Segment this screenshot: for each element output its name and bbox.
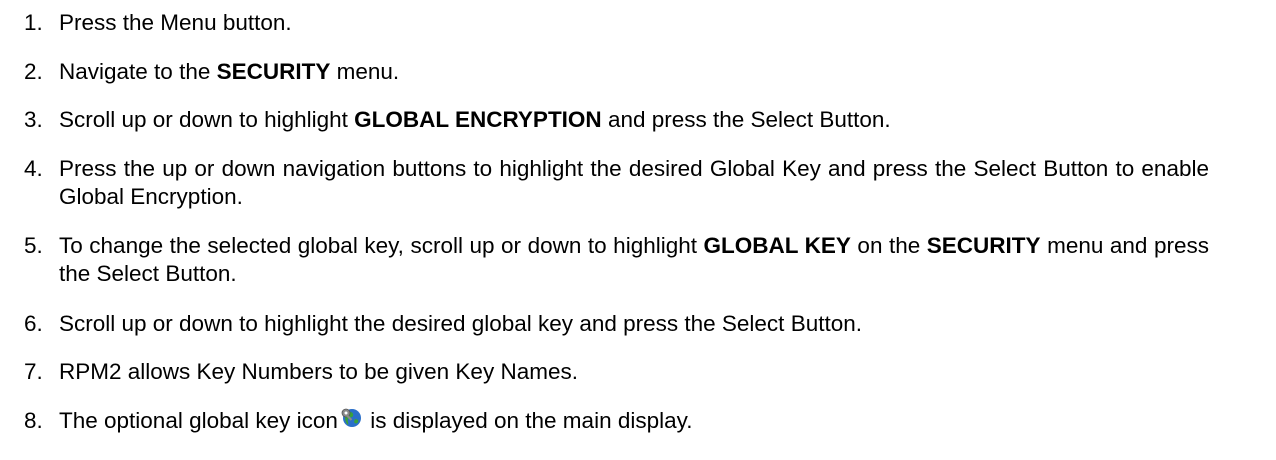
menu-name-security: SECURITY xyxy=(216,59,331,84)
step-text: To change the selected global key, scrol… xyxy=(59,232,1209,288)
step-text-part: menu. xyxy=(330,59,400,84)
globe-key-icon xyxy=(340,407,362,429)
step-number: 7. xyxy=(24,359,43,384)
step-text-part: Scroll up or down to highlight xyxy=(59,107,355,132)
step-number: 4. xyxy=(24,156,43,181)
step-number: 2. xyxy=(24,59,43,84)
step-text: RPM2 allows Key Numbers to be given Key … xyxy=(59,359,578,384)
step-number: 5. xyxy=(24,233,43,258)
step-text: Press the up or down navigation buttons … xyxy=(59,156,1209,209)
step-text: Scroll up or down to highlight GLOBAL EN… xyxy=(59,106,1209,134)
step-number: 8. xyxy=(24,408,43,433)
step-text-part: is displayed on the main display. xyxy=(363,408,693,433)
menu-name-security: SECURITY xyxy=(926,233,1041,258)
menu-item-global-key: GLOBAL KEY xyxy=(703,233,851,258)
step-number: 3. xyxy=(24,107,43,132)
step-number: 6. xyxy=(24,311,43,336)
step-text-part: To change the selected global key, scrol… xyxy=(59,233,704,258)
step-number: 1. xyxy=(24,10,43,35)
step-text: The optional global key icon is displaye… xyxy=(59,407,1209,435)
step-text-part: The optional global key icon xyxy=(59,408,338,433)
step-text-part: and press the Select Button. xyxy=(601,107,891,132)
menu-item-global-encryption: GLOBAL ENCRYPTION xyxy=(354,107,602,132)
step-text-part: on the xyxy=(850,233,927,258)
step-text-part: Navigate to the xyxy=(59,59,217,84)
instruction-steps: 1. Press the Menu button. 2. Navigate to… xyxy=(0,0,1276,460)
step-text: Press the Menu button. xyxy=(59,10,292,35)
step-text: Navigate to the SECURITY menu. xyxy=(59,58,1209,86)
step-text: Scroll up or down to highlight the desir… xyxy=(59,311,862,336)
